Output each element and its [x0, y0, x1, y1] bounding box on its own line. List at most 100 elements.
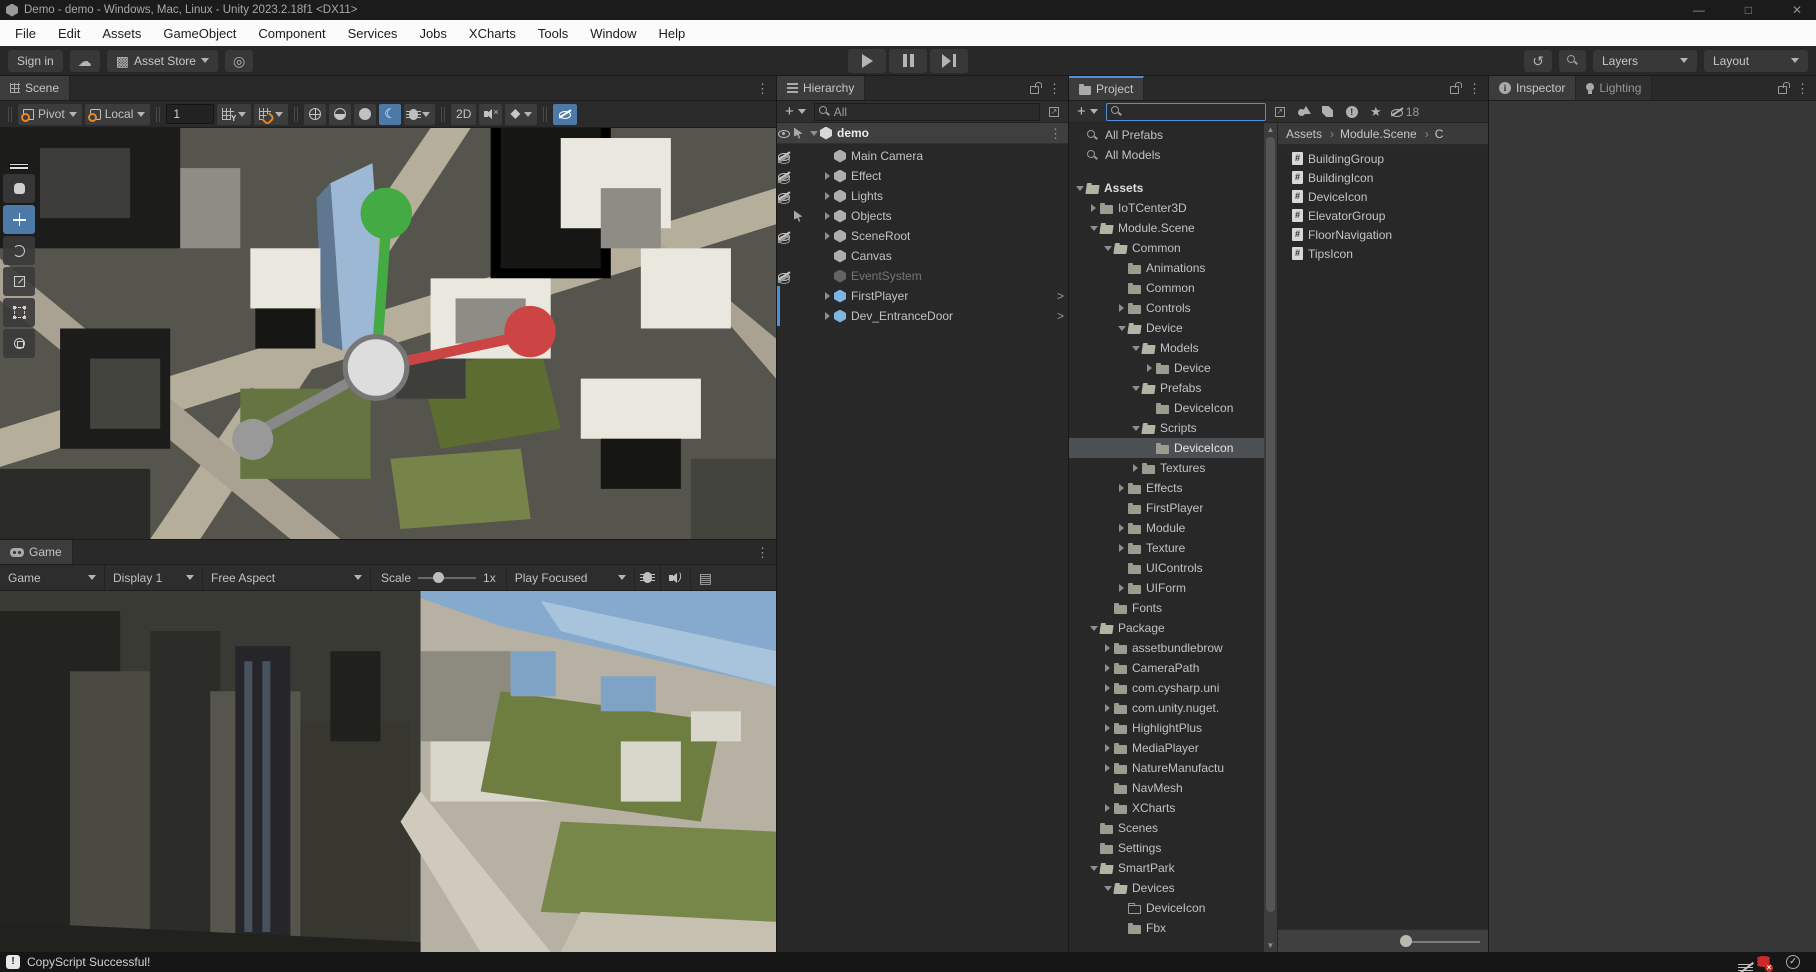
tab-game[interactable]: Game	[0, 540, 73, 564]
eye-icon[interactable]	[777, 124, 792, 143]
folder-row[interactable]: assetbundlebrow	[1069, 638, 1264, 658]
search-button[interactable]	[1559, 50, 1586, 72]
menu-item[interactable]: Edit	[47, 20, 91, 46]
play-focused-dropdown[interactable]: Play Focused	[507, 565, 635, 590]
folder-row[interactable]: Common	[1069, 238, 1264, 258]
maximize-button[interactable]: □	[1745, 3, 1752, 17]
hierarchy-row[interactable]: Objects >	[777, 206, 1068, 226]
expand-arrow-icon[interactable]	[1101, 644, 1114, 652]
hierarchy-row[interactable]: EventSystem >	[777, 266, 1068, 286]
folder-row[interactable]: All Models	[1069, 145, 1264, 165]
expand-arrow-icon[interactable]	[1101, 764, 1114, 772]
version-control-button[interactable]: ◎	[225, 50, 253, 72]
pick-icon[interactable]	[792, 124, 807, 143]
folder-row[interactable]: NavMesh	[1069, 778, 1264, 798]
hierarchy-row[interactable]: Main Camera >	[777, 146, 1068, 166]
tab-lighting[interactable]: Lighting	[1576, 76, 1652, 100]
asset-store-button[interactable]: ▩ Asset Store	[107, 50, 218, 72]
expand-arrow-icon[interactable]	[1087, 626, 1100, 631]
grid-size-input[interactable]	[166, 104, 214, 124]
hierarchy-row[interactable]: Canvas >	[777, 246, 1068, 266]
visibility-gutter[interactable]	[777, 307, 807, 326]
hierarchy-row[interactable]: SceneRoot >	[777, 226, 1068, 246]
expand-arrow-icon[interactable]	[821, 212, 834, 220]
folder-row[interactable]: Module	[1069, 518, 1264, 538]
draw-mode-button[interactable]	[304, 104, 326, 125]
file-row[interactable]: TipsIcon	[1278, 244, 1488, 263]
kebab-menu-icon[interactable]: ⋮	[756, 82, 769, 95]
file-row[interactable]: DeviceIcon	[1278, 187, 1488, 206]
layout-dropdown[interactable]: Layout	[1704, 50, 1808, 72]
expand-arrow-icon[interactable]	[821, 292, 834, 300]
visibility-gutter[interactable]	[777, 287, 807, 306]
expand-arrow-icon[interactable]	[821, 192, 834, 200]
scene-header-row[interactable]: demo ⋮	[777, 123, 1068, 144]
menu-item[interactable]: Window	[579, 20, 647, 46]
menu-item[interactable]: Component	[247, 20, 336, 46]
expand-arrow-icon[interactable]	[1101, 886, 1114, 891]
hierarchy-search-input[interactable]	[834, 105, 1035, 119]
slider-track[interactable]	[418, 577, 476, 579]
gizmos-button-clipped[interactable]: ▤	[691, 565, 720, 590]
menu-item[interactable]: Assets	[91, 20, 152, 46]
folder-row[interactable]: com.cysharp.uni	[1069, 678, 1264, 698]
scale-slider[interactable]: Scale 1x	[371, 565, 507, 590]
cache-server-error-icon[interactable]	[1757, 956, 1770, 969]
debug-mode-dropdown[interactable]	[404, 104, 435, 125]
expand-arrow-icon[interactable]	[1087, 204, 1100, 212]
expand-arrow-icon[interactable]	[1087, 866, 1100, 871]
folder-row[interactable]: Common	[1069, 278, 1264, 298]
scroll-down-icon[interactable]: ▼	[1267, 941, 1275, 950]
lock-icon[interactable]	[1030, 86, 1039, 94]
breadcrumb-item[interactable]: Assets	[1286, 127, 1322, 141]
play-button[interactable]	[848, 49, 886, 73]
expand-arrow-icon[interactable]	[1101, 744, 1114, 752]
folder-row[interactable]: FirstPlayer	[1069, 498, 1264, 518]
handle-rotation-dropdown[interactable]: Local	[85, 104, 151, 125]
expand-arrow-icon[interactable]	[1115, 544, 1128, 552]
tab-hierarchy[interactable]: Hierarchy	[777, 76, 865, 100]
project-search-input[interactable]	[1126, 105, 1261, 119]
folder-row[interactable]: DeviceIcon	[1069, 898, 1264, 918]
folder-row[interactable]: Fonts	[1069, 598, 1264, 618]
game-debug-button[interactable]	[635, 565, 661, 590]
file-row[interactable]: FloorNavigation	[1278, 225, 1488, 244]
folder-row[interactable]: Module.Scene	[1069, 218, 1264, 238]
status-message[interactable]: CopyScript Successful!	[27, 955, 150, 969]
close-button[interactable]: ✕	[1792, 3, 1802, 17]
zoom-slider-knob[interactable]	[1400, 935, 1412, 947]
menu-item[interactable]: GameObject	[152, 20, 247, 46]
kebab-menu-icon[interactable]: ⋮	[756, 546, 769, 559]
filter-importance-button[interactable]	[1342, 103, 1362, 121]
scene-visibility-button[interactable]	[553, 104, 577, 125]
game-audio-button[interactable]	[661, 565, 691, 590]
folder-row[interactable]: Device	[1069, 318, 1264, 338]
hierarchy-row[interactable]: Lights >	[777, 186, 1068, 206]
hidden-assets-toggle[interactable]: 18	[1390, 103, 1419, 121]
kebab-menu-icon[interactable]: ⋮	[1049, 127, 1062, 140]
folder-row[interactable]: Fbx	[1069, 918, 1264, 938]
sign-in-button[interactable]: Sign in	[8, 50, 63, 72]
visibility-gutter[interactable]	[777, 247, 807, 266]
folder-row[interactable]: Prefabs	[1069, 378, 1264, 398]
hierarchy-row[interactable]: Dev_EntranceDoor >	[777, 306, 1068, 326]
tab-project[interactable]: Project	[1069, 76, 1144, 100]
audio-mute-button[interactable]	[479, 104, 502, 125]
folder-row[interactable]: Settings	[1069, 838, 1264, 858]
folder-row[interactable]: Controls	[1069, 298, 1264, 318]
folder-row[interactable]: Effects	[1069, 478, 1264, 498]
expand-arrow-icon[interactable]	[1115, 484, 1128, 492]
visibility-gutter[interactable]	[777, 207, 807, 226]
breadcrumb-item[interactable]: C	[1419, 127, 1444, 141]
hierarchy-search-box[interactable]	[814, 103, 1040, 121]
file-row[interactable]: BuildingGroup	[1278, 149, 1488, 168]
menu-item[interactable]: Tools	[527, 20, 579, 46]
menu-item[interactable]: File	[4, 20, 47, 46]
expand-arrow-icon[interactable]	[821, 172, 834, 180]
expand-arrow-icon[interactable]	[1129, 346, 1142, 351]
file-row[interactable]: BuildingIcon	[1278, 168, 1488, 187]
kebab-menu-icon[interactable]: ⋮	[1048, 82, 1061, 95]
expand-arrow-icon[interactable]	[1129, 386, 1142, 391]
cloud-services-button[interactable]: ☁	[70, 50, 100, 72]
create-object-button[interactable]: +	[781, 103, 810, 121]
